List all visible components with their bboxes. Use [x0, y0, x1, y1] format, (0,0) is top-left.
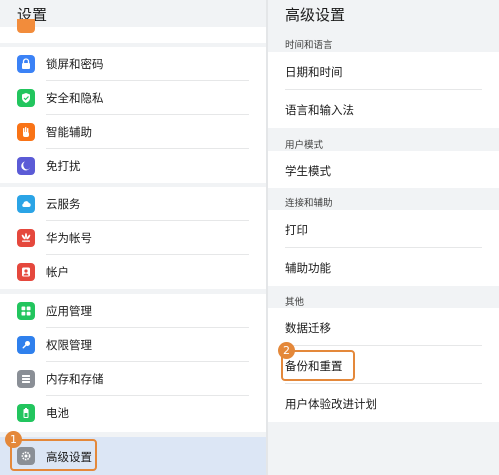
sidebar-item-label: 安全和隐私 — [46, 91, 104, 105]
key-icon — [17, 336, 35, 354]
sidebar-item-smart-assist[interactable]: 智能辅助 — [0, 115, 266, 149]
sidebar-item-huawei-account[interactable]: 华为帐号 — [0, 221, 266, 255]
section-header-connect-assist: 连接和辅助 — [285, 198, 333, 209]
sidebar-item-label: 锁屏和密码 — [46, 57, 104, 71]
page-title: 高级设置 — [285, 6, 346, 24]
moon-icon — [17, 157, 35, 175]
advanced-settings-pane: 高级设置 时间和语言 日期和时间 语言和输入法 用户模式 学生模式 连接和辅助 … — [268, 0, 499, 475]
item-label: 学生模式 — [285, 164, 331, 178]
settings-card-security: 锁屏和密码 安全和隐私 智能辅助 免打扰 — [0, 47, 266, 183]
item-label: 语言和输入法 — [285, 103, 354, 117]
section-header-user-mode: 用户模式 — [285, 140, 324, 151]
storage-icon — [17, 370, 35, 388]
settings-card-accounts: 云服务 华为帐号 帐户 — [0, 187, 266, 289]
user-icon — [17, 263, 35, 281]
section-header-other: 其他 — [285, 297, 305, 308]
sidebar-item-security-privacy[interactable]: 安全和隐私 — [0, 81, 266, 115]
sidebar-item-permissions[interactable]: 权限管理 — [0, 328, 266, 362]
huawei-icon — [17, 229, 35, 247]
lock-icon — [17, 55, 35, 73]
item-label: 数据迁移 — [285, 321, 331, 335]
section-header-time-language: 时间和语言 — [285, 40, 333, 51]
shield-icon — [17, 89, 35, 107]
sidebar-item-account[interactable]: 帐户 — [0, 255, 266, 289]
settings-card-top — [0, 19, 266, 43]
item-student-mode[interactable]: 学生模式 — [268, 151, 499, 188]
hand-icon — [17, 123, 35, 141]
apps-icon — [17, 302, 35, 320]
item-user-experience[interactable]: 用户体验改进计划 — [268, 384, 499, 422]
sidebar-item-label: 免打扰 — [46, 159, 81, 173]
sidebar-item-app-management[interactable]: 应用管理 — [0, 294, 266, 328]
callout-highlight-advanced — [10, 439, 97, 471]
sidebar-item-label: 云服务 — [46, 197, 81, 211]
callout-badge-2: 2 — [278, 342, 295, 359]
sidebar-item-label: 应用管理 — [46, 304, 92, 318]
item-language-input[interactable]: 语言和输入法 — [268, 90, 499, 128]
battery-icon — [17, 404, 35, 422]
sidebar-item-lock-screen[interactable]: 锁屏和密码 — [0, 47, 266, 81]
sidebar-item-cloud[interactable]: 云服务 — [0, 187, 266, 221]
item-data-migration[interactable]: 数据迁移 — [268, 308, 499, 346]
item-label: 日期和时间 — [285, 65, 343, 79]
item-label: 用户体验改进计划 — [285, 397, 377, 411]
sidebar-item-label: 权限管理 — [46, 338, 92, 352]
sidebar-item-label: 华为帐号 — [46, 231, 92, 245]
sidebar-item-battery[interactable]: 电池 — [0, 396, 266, 430]
callout-badge-1: 1 — [5, 431, 22, 448]
sidebar-item-label: 电池 — [46, 406, 69, 420]
settings-pane: 设置 锁屏和密码 安全和隐私 智能辅助 免打扰 云服务 华为帐号 帐户 应用管理… — [0, 0, 266, 475]
cloud-icon — [17, 195, 35, 213]
item-accessibility[interactable]: 辅助功能 — [268, 248, 499, 286]
settings-card-system: 应用管理 权限管理 内存和存储 电池 — [0, 294, 266, 432]
item-date-time[interactable]: 日期和时间 — [268, 52, 499, 90]
item-label: 辅助功能 — [285, 261, 331, 275]
sidebar-item-do-not-disturb[interactable]: 免打扰 — [0, 149, 266, 183]
clipped-app-icon — [17, 19, 35, 33]
item-print[interactable]: 打印 — [268, 210, 499, 248]
item-label: 打印 — [285, 223, 308, 237]
card-user-mode: 学生模式 — [268, 151, 499, 188]
sidebar-item-storage[interactable]: 内存和存储 — [0, 362, 266, 396]
sidebar-item-label: 帐户 — [46, 265, 69, 279]
card-connect-assist: 打印 辅助功能 — [268, 210, 499, 286]
sidebar-item-label: 内存和存储 — [46, 372, 104, 386]
card-time-language: 日期和时间 语言和输入法 — [268, 52, 499, 128]
sidebar-item-label: 智能辅助 — [46, 125, 92, 139]
